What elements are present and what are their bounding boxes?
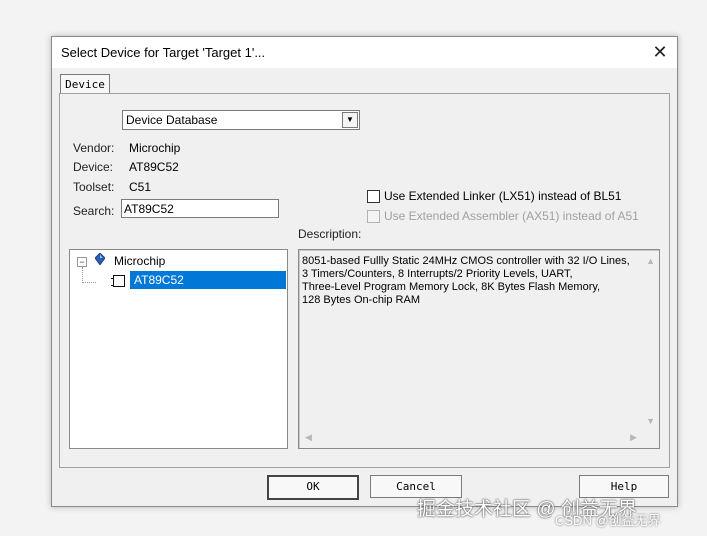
tree-connector (82, 282, 96, 283)
vendor-label: Vendor: (73, 141, 115, 155)
scroll-down-icon[interactable]: ▼ (646, 416, 655, 426)
extended-linker-checkbox[interactable] (367, 190, 380, 203)
tree-collapse-icon[interactable]: − (77, 257, 87, 267)
device-tree[interactable]: − Microchip AT89C52 (69, 249, 288, 449)
select-device-dialog: Select Device for Target 'Target 1'... ✕… (51, 36, 678, 507)
description-line: Three-Level Program Memory Lock, 8K Byte… (302, 281, 601, 293)
watermark-text-secondary: CSDN @创益无界 (555, 513, 661, 528)
toolset-value: C51 (129, 180, 152, 194)
vendor-diamond-icon (95, 253, 105, 265)
dialog-title: Select Device for Target 'Target 1'... (61, 45, 266, 60)
chip-icon (111, 275, 125, 287)
close-icon[interactable]: ✕ (651, 43, 669, 61)
title-bar: Select Device for Target 'Target 1'... ✕ (52, 37, 677, 68)
tree-connector (82, 267, 83, 283)
search-label: Search: (73, 204, 115, 218)
tree-item-at89c52[interactable]: AT89C52 (130, 271, 286, 289)
ok-button[interactable]: OK (267, 475, 359, 500)
scroll-left-icon[interactable]: ◀ (305, 432, 312, 443)
device-database-select[interactable]: Device Database ▼ (122, 110, 360, 130)
description-line: 3 Timers/Counters, 8 Interrupts/2 Priori… (302, 268, 573, 280)
extended-linker-label[interactable]: Use Extended Linker (LX51) instead of BL… (384, 189, 621, 203)
description-line: 128 Bytes On-chip RAM (302, 294, 420, 306)
tree-item-microchip[interactable]: Microchip (114, 254, 165, 268)
scroll-right-icon[interactable]: ▶ (630, 432, 637, 443)
device-database-value: Device Database (126, 113, 218, 127)
device-label: Device: (73, 160, 114, 174)
scroll-up-icon[interactable]: ▲ (646, 256, 655, 266)
toolset-label: Toolset: (73, 180, 115, 194)
vendor-value: Microchip (129, 141, 181, 155)
description-box[interactable]: 8051-based Fullly Static 24MHz CMOS cont… (298, 249, 660, 449)
description-label: Description: (298, 227, 362, 241)
tree-item-label: AT89C52 (134, 273, 184, 287)
tab-device[interactable]: Device (60, 74, 110, 94)
search-input[interactable] (121, 199, 279, 218)
chevron-down-icon[interactable]: ▼ (342, 112, 358, 128)
description-line: 8051-based Fullly Static 24MHz CMOS cont… (302, 255, 630, 267)
device-value: AT89C52 (129, 160, 179, 174)
extended-assembler-label: Use Extended Assembler (AX51) instead of… (384, 209, 639, 223)
extended-assembler-checkbox (367, 210, 380, 223)
